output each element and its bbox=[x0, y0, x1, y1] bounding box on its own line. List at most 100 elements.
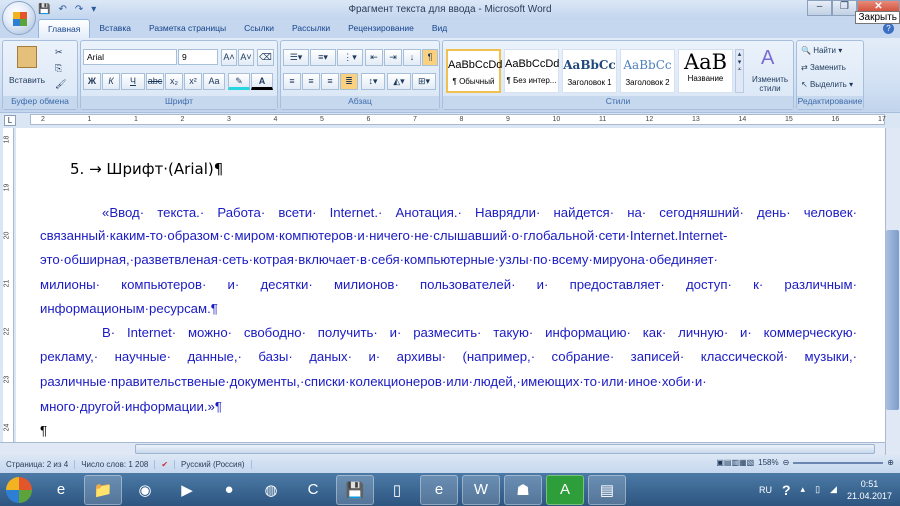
align-center-icon[interactable]: ≡ bbox=[302, 73, 320, 90]
vertical-scroll-thumb[interactable] bbox=[886, 230, 899, 410]
presentation-icon[interactable]: ▤ bbox=[588, 474, 626, 505]
align-right-icon[interactable]: ≡ bbox=[321, 73, 339, 90]
change-styles-button[interactable]: Изменить стили bbox=[747, 75, 793, 93]
network-icon[interactable]: ◢ bbox=[830, 484, 837, 495]
language[interactable]: Русский (Россия) bbox=[175, 459, 252, 469]
tab-mailings[interactable]: Рассылки bbox=[283, 19, 339, 39]
restore-button[interactable]: ❐ bbox=[832, 0, 857, 16]
underline-button[interactable]: Ч bbox=[121, 73, 145, 90]
styles-scroll[interactable]: ▴ ▾ ⩡ bbox=[735, 49, 744, 93]
style-heading-1[interactable]: AaBbCc Заголовок 1 bbox=[562, 49, 617, 93]
document-page[interactable]: 5. → Шрифт·(Arial)¶ «Ввод· текста.· Рабо… bbox=[16, 128, 885, 442]
ie-window-icon[interactable]: e bbox=[420, 474, 458, 505]
ruler-mark: 1 bbox=[134, 116, 138, 123]
ruler-mark: 13 bbox=[692, 116, 700, 123]
spellcheck-icon[interactable]: ✔ bbox=[155, 459, 176, 469]
line-spacing-icon[interactable]: ↕▾ bbox=[361, 73, 385, 90]
floppy-icon[interactable]: 💾 bbox=[336, 474, 374, 505]
tab-insert[interactable]: Вставка bbox=[90, 19, 140, 39]
tab-page-layout[interactable]: Разметка страницы bbox=[140, 19, 235, 39]
style-normal[interactable]: AaBbCcDd ¶ Обычный bbox=[446, 49, 503, 93]
italic-button[interactable]: К bbox=[102, 73, 120, 90]
strikethrough-button[interactable]: abc bbox=[146, 73, 164, 90]
app-window-icon[interactable]: ☗ bbox=[504, 474, 542, 505]
borders-icon[interactable]: ⊞▾ bbox=[412, 73, 436, 90]
app-icon[interactable]: ● bbox=[210, 475, 248, 505]
show-formatting-button[interactable]: ¶ bbox=[422, 49, 438, 66]
help-icon[interactable]: ? bbox=[883, 23, 894, 34]
horizontal-scroll-thumb[interactable] bbox=[135, 444, 875, 454]
sort-icon[interactable]: ↓ bbox=[403, 49, 421, 66]
ccleaner-icon[interactable]: C bbox=[294, 475, 332, 505]
multilevel-list-icon[interactable]: ⋮▾ bbox=[337, 49, 363, 66]
increase-indent-icon[interactable]: ⇥ bbox=[384, 49, 402, 66]
replace-button[interactable]: ⇄ Заменить bbox=[801, 63, 846, 72]
language-indicator[interactable]: RU bbox=[759, 485, 772, 495]
find-button[interactable]: 🔍 Найти ▾ bbox=[801, 46, 842, 55]
ruler-mark: 14 bbox=[738, 116, 747, 123]
subscript-button[interactable]: x₂ bbox=[165, 73, 183, 90]
change-case-button[interactable]: Aa bbox=[203, 73, 225, 90]
green-a-icon[interactable]: A bbox=[546, 474, 584, 505]
word-count[interactable]: Число слов: 1 208 bbox=[75, 459, 156, 469]
ruler-mark: 6 bbox=[366, 116, 371, 123]
bold-button[interactable]: Ж bbox=[83, 73, 101, 90]
shading-icon[interactable]: ◭▾ bbox=[387, 73, 411, 90]
vruler-mark: 23 bbox=[3, 375, 11, 384]
zoom-out-icon[interactable]: ⊖ bbox=[783, 458, 790, 467]
ruler-scale[interactable]: 2 1 1 2 3 4 5 6 7 8 9 10 11 12 13 14 15 16 17 bbox=[30, 114, 886, 125]
tab-home[interactable]: Главная bbox=[38, 19, 91, 39]
font-size-select[interactable]: 9 bbox=[178, 49, 218, 65]
clear-format-icon[interactable]: ⌫ bbox=[257, 49, 274, 66]
format-painter-icon[interactable]: 🖌 bbox=[55, 79, 66, 90]
style-sample: AaB bbox=[683, 50, 728, 74]
style-heading-2[interactable]: AaBbCc Заголовок 2 bbox=[620, 49, 675, 93]
align-left-icon[interactable]: ≡ bbox=[283, 73, 301, 90]
bullets-icon[interactable]: ☰▾ bbox=[283, 49, 309, 66]
paste-button[interactable]: Вставить bbox=[9, 75, 45, 85]
device-icon[interactable]: ▯ bbox=[815, 484, 820, 495]
style-sample: AaBbCcDd bbox=[448, 59, 503, 71]
help-tray-icon[interactable]: ? bbox=[782, 482, 791, 498]
select-button[interactable]: ↖ Выделить ▾ bbox=[801, 80, 853, 89]
clock[interactable]: 0:51 21.04.2017 bbox=[847, 478, 892, 502]
minimize-button[interactable]: – bbox=[807, 0, 832, 16]
font-color-button[interactable]: A bbox=[251, 73, 273, 90]
cut-icon[interactable]: ✂ bbox=[55, 47, 63, 58]
ruler-mark: 15 bbox=[785, 116, 793, 123]
explorer-icon[interactable]: 📁 bbox=[84, 474, 122, 505]
chrome-icon[interactable]: ◉ bbox=[126, 475, 164, 505]
justify-icon[interactable]: ≣ bbox=[340, 73, 358, 90]
style-name: ¶ Без интер... bbox=[506, 76, 557, 85]
superscript-button[interactable]: x² bbox=[184, 73, 202, 90]
tray-expand-icon[interactable]: ▴ bbox=[801, 484, 806, 495]
paste-icon[interactable] bbox=[17, 46, 37, 68]
font-name-select[interactable]: Arial bbox=[83, 49, 177, 65]
shrink-font-button[interactable]: A˅ bbox=[238, 49, 254, 66]
tab-view[interactable]: Вид bbox=[423, 19, 456, 39]
tab-references[interactable]: Ссылки bbox=[235, 19, 283, 39]
start-button[interactable] bbox=[0, 475, 38, 505]
style-title[interactable]: AaB Название bbox=[678, 49, 733, 93]
ie-icon[interactable]: e bbox=[42, 475, 80, 505]
numbering-icon[interactable]: ≡▾ bbox=[310, 49, 336, 66]
media-player-icon[interactable]: ▶ bbox=[168, 475, 206, 505]
word-icon[interactable]: W bbox=[462, 474, 500, 505]
zoom-in-icon[interactable]: ⊕ bbox=[887, 458, 894, 467]
grow-font-button[interactable]: A˄ bbox=[221, 49, 237, 66]
date: 21.04.2017 bbox=[846, 490, 892, 501]
highlight-icon[interactable]: ✎ bbox=[228, 73, 250, 90]
view-buttons-icon[interactable]: ▣▤▥▦▧ bbox=[716, 458, 754, 467]
zoom-slider[interactable] bbox=[793, 461, 884, 464]
decrease-indent-icon[interactable]: ⇤ bbox=[365, 49, 383, 66]
style-no-spacing[interactable]: AaBbCcDd ¶ Без интер... bbox=[504, 49, 559, 93]
office-button[interactable] bbox=[2, 1, 36, 35]
document-icon[interactable]: ▯ bbox=[378, 475, 416, 505]
firefox-icon[interactable]: ◍ bbox=[252, 475, 290, 505]
copy-icon[interactable]: ⎘ bbox=[55, 63, 62, 74]
tab-selector[interactable]: L bbox=[4, 115, 16, 126]
tab-review[interactable]: Рецензирование bbox=[339, 19, 423, 39]
ruler-mark: 4 bbox=[273, 116, 278, 123]
page-count[interactable]: Страница: 2 из 4 bbox=[0, 459, 76, 469]
zoom-level[interactable]: 158% bbox=[758, 458, 778, 467]
